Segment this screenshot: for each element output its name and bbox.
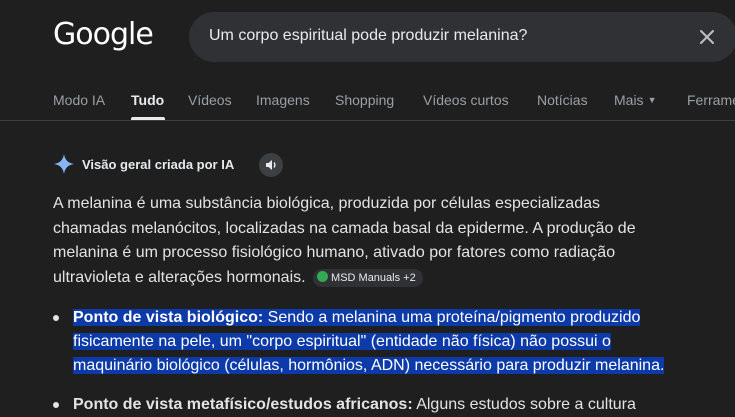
ai-overview-paragraph: A melanina é uma substância biológica, p… [53, 192, 653, 290]
tab-videos-curtos[interactable]: Vídeos curtos [423, 92, 509, 108]
search-bar[interactable]: Um corpo espiritual pode produzir melani… [189, 12, 735, 62]
tab-noticias[interactable]: Notícias [537, 92, 588, 108]
tab-imagens[interactable]: Imagens [256, 92, 310, 108]
tab-ferramentas[interactable]: Ferrame [687, 92, 735, 108]
search-tabs: Modo IA Tudo Vídeos Imagens Shopping Víd… [0, 84, 735, 121]
search-input[interactable]: Um corpo espiritual pode produzir melani… [209, 27, 527, 45]
tab-tudo[interactable]: Tudo [131, 92, 164, 108]
chevron-down-icon: ▼ [647, 95, 657, 105]
tab-shopping[interactable]: Shopping [335, 92, 394, 108]
tab-modo-ia[interactable]: Modo IA [53, 92, 105, 108]
source-chip-label: MSD Manuals +2 [331, 271, 416, 284]
ai-overview-title: Visão geral criada por IA [82, 157, 235, 172]
tab-mais[interactable]: Mais ▼ [614, 92, 656, 108]
list-item: Ponto de vista metafísico/estudos africa… [53, 393, 693, 417]
tab-mais-label: Mais [614, 92, 644, 108]
bullet-dot [53, 315, 59, 321]
close-icon[interactable] [695, 25, 719, 49]
bullet-heading: Ponto de vista metafísico/estudos africa… [73, 396, 413, 413]
source-logo-icon [317, 270, 329, 282]
highlighted-text: Ponto de vista biológico: Sendo a melani… [73, 309, 665, 374]
ai-overview-bullets: Ponto de vista biológico: Sendo a melani… [53, 306, 693, 417]
bullet-dot [53, 402, 59, 408]
google-logo[interactable]: Google [53, 17, 154, 52]
tab-videos[interactable]: Vídeos [188, 92, 232, 108]
bullet-heading: Ponto de vista biológico: [73, 309, 264, 326]
bullet-text: Alguns estudos sobre a cultura [412, 396, 636, 413]
active-tab-indicator [131, 117, 165, 120]
sparkle-icon [53, 153, 75, 175]
speaker-icon[interactable] [259, 153, 283, 177]
list-item: Ponto de vista biológico: Sendo a melani… [53, 306, 693, 378]
source-chip[interactable]: MSD Manuals +2 [313, 268, 423, 287]
